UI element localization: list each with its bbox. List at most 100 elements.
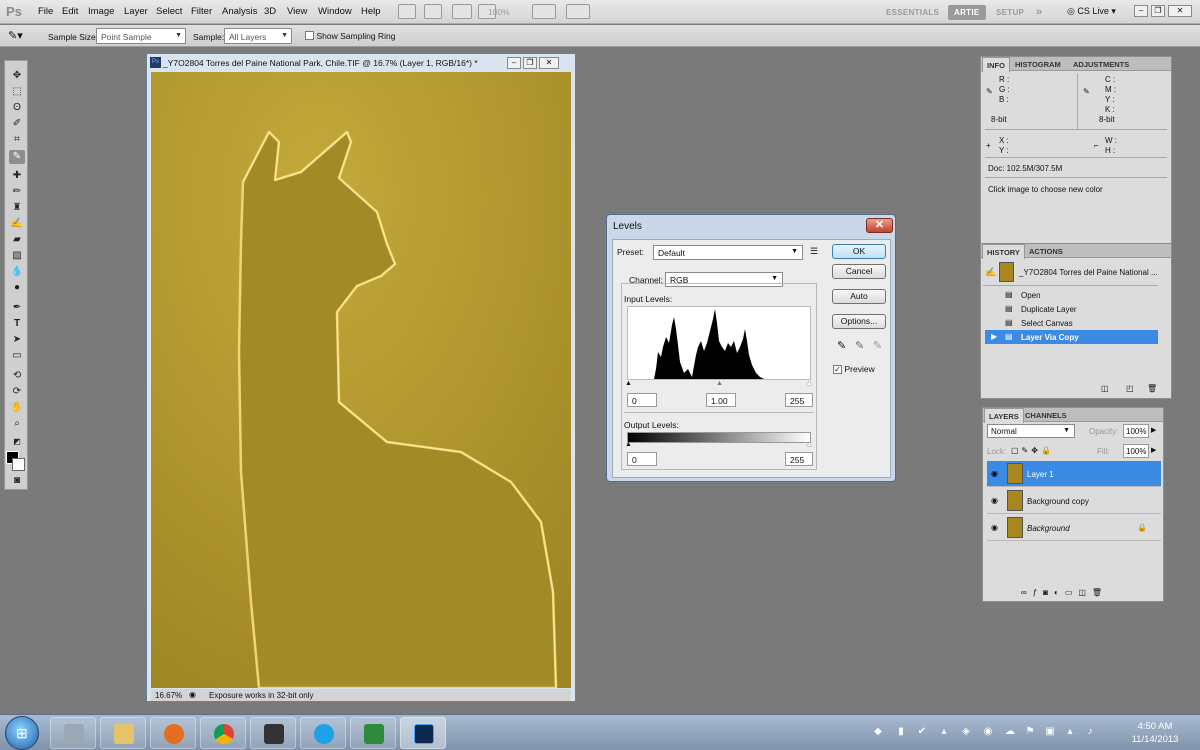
- blend-mode-select[interactable]: Normal ▼: [987, 424, 1075, 438]
- sampling-ring-checkbox[interactable]: Show Sampling Ring: [305, 31, 395, 42]
- new-snapshot-icon[interactable]: ◫: [1101, 384, 1109, 393]
- crop-tool-icon[interactable]: ⌗: [9, 133, 25, 147]
- taskbar-skype[interactable]: [300, 717, 346, 749]
- quick-selection-tool-icon[interactable]: ✐: [9, 117, 25, 131]
- black-eyedropper-icon[interactable]: ✎: [837, 339, 846, 352]
- document-zoom[interactable]: 16.67%: [155, 691, 182, 700]
- move-tool-icon[interactable]: ✥: [9, 69, 25, 83]
- sample-select[interactable]: All Layers ▼: [224, 28, 292, 44]
- workspace-artie[interactable]: ARTIE: [948, 5, 986, 20]
- history-snapshot[interactable]: ✍ _Y7O2804 Torres del Paine National ...: [983, 260, 1158, 286]
- minimize-icon[interactable]: –: [1134, 5, 1148, 17]
- output-black-slider[interactable]: ▲: [625, 441, 632, 448]
- history-brush-tool-icon[interactable]: ✍: [9, 217, 25, 231]
- menu-select[interactable]: Select: [156, 6, 182, 17]
- doc-restore-icon[interactable]: ❐: [523, 57, 537, 69]
- menu-file[interactable]: File: [38, 6, 53, 17]
- doc-minimize-icon[interactable]: –: [507, 57, 521, 69]
- layer-name[interactable]: Layer 1: [1027, 470, 1054, 479]
- output-white-slider[interactable]: ▲: [806, 441, 813, 448]
- eye-icon[interactable]: ◉: [991, 523, 1001, 532]
- screen-mode-icon[interactable]: [566, 4, 590, 19]
- gradient-tool-icon[interactable]: ▧: [9, 249, 25, 263]
- mini-bridge-icon[interactable]: [424, 4, 442, 19]
- quick-mask-icon[interactable]: ◙: [9, 474, 25, 488]
- cs-live-menu[interactable]: ◎ CS Live ▾: [1067, 6, 1116, 17]
- cancel-button[interactable]: Cancel: [832, 264, 886, 279]
- fill-arrow-icon[interactable]: ▶: [1151, 446, 1156, 454]
- marquee-tool-icon[interactable]: ⬚: [9, 85, 25, 99]
- output-black-field[interactable]: 0: [627, 452, 657, 466]
- eye-icon[interactable]: ◉: [991, 496, 1001, 505]
- menu-help[interactable]: Help: [361, 6, 381, 17]
- workspace-more-icon[interactable]: »: [1030, 3, 1048, 18]
- opacity-arrow-icon[interactable]: ▶: [1151, 426, 1156, 434]
- dodge-tool-icon[interactable]: ●: [9, 281, 25, 295]
- eye-icon[interactable]: ◉: [991, 469, 1001, 478]
- menu-image[interactable]: Image: [88, 6, 114, 17]
- status-menu-icon[interactable]: ◉: [189, 690, 196, 699]
- volume-icon[interactable]: ♪: [1084, 726, 1096, 738]
- clone-stamp-tool-icon[interactable]: ♜: [9, 201, 25, 215]
- fill-field[interactable]: 100%: [1123, 444, 1149, 458]
- menu-filter[interactable]: Filter: [191, 6, 212, 17]
- workspace-essentials[interactable]: ESSENTIALS: [880, 5, 945, 20]
- default-colors-icon[interactable]: ◩: [9, 435, 25, 449]
- menu-3d[interactable]: 3D: [264, 6, 276, 17]
- tab-adjustments[interactable]: ADJUSTMENTS: [1069, 59, 1133, 70]
- signal-icon[interactable]: ▴: [1064, 726, 1076, 738]
- type-tool-icon[interactable]: T: [9, 317, 25, 331]
- input-white-slider[interactable]: ▲: [806, 380, 813, 387]
- menu-layer[interactable]: Layer: [124, 6, 148, 17]
- device-icon[interactable]: ▮: [895, 726, 907, 738]
- menu-view[interactable]: View: [287, 6, 307, 17]
- taskbar-explorer[interactable]: [100, 717, 146, 749]
- image-canvas[interactable]: [151, 72, 571, 688]
- hand-tool-icon[interactable]: ✋: [9, 401, 25, 415]
- layer-name[interactable]: Background: [1027, 524, 1070, 533]
- lock-icons[interactable]: ▢✎✥🔒: [1011, 446, 1054, 455]
- blur-tool-icon[interactable]: 💧: [9, 265, 25, 279]
- history-brush-icon[interactable]: ✍: [985, 267, 996, 278]
- eyedropper-tool-icon[interactable]: ✎: [9, 150, 25, 164]
- tab-layers[interactable]: LAYERS: [984, 408, 1024, 423]
- opacity-field[interactable]: 100%: [1123, 424, 1149, 438]
- lasso-tool-icon[interactable]: ʘ: [9, 101, 25, 115]
- menu-analysis[interactable]: Analysis: [222, 6, 257, 17]
- taskbar-photoshop[interactable]: [400, 717, 446, 749]
- output-white-field[interactable]: 255: [785, 452, 813, 466]
- taskbar-excel[interactable]: [350, 717, 396, 749]
- tab-history[interactable]: HISTORY: [982, 244, 1025, 259]
- dropbox-icon[interactable]: ◈: [960, 726, 972, 738]
- menu-edit[interactable]: Edit: [62, 6, 78, 17]
- document-title[interactable]: _Y7O2804 Torres del Paine National Park,…: [163, 58, 478, 68]
- input-black-slider[interactable]: ▲: [625, 380, 632, 387]
- layer-actions-icons[interactable]: ∞ƒ◙◐▭◫🗑: [1021, 588, 1108, 597]
- cloud-icon[interactable]: ☁: [1004, 726, 1016, 738]
- flag-icon[interactable]: ⚑: [1024, 726, 1036, 738]
- tab-actions[interactable]: ACTIONS: [1025, 246, 1067, 257]
- tab-info[interactable]: INFO: [982, 57, 1010, 72]
- options-button[interactable]: Options...: [832, 314, 886, 329]
- preset-options-icon[interactable]: ☰: [810, 246, 818, 257]
- taskbar-firefox[interactable]: [150, 717, 196, 749]
- menu-window[interactable]: Window: [318, 6, 352, 17]
- start-button[interactable]: ⊞: [5, 716, 39, 750]
- history-item-selected[interactable]: ▶ ▤ Layer Via Copy: [985, 330, 1158, 344]
- layer-row[interactable]: ◉ Layer 1: [987, 461, 1161, 487]
- history-item[interactable]: ▤ Duplicate Layer: [985, 302, 1158, 316]
- layer-row[interactable]: ◉ Background copy: [987, 488, 1161, 514]
- extras-icon[interactable]: [452, 4, 472, 19]
- shape-tool-icon[interactable]: ▭: [9, 349, 25, 363]
- pen-tool-icon[interactable]: ✒: [9, 301, 25, 315]
- zoom-tool-icon[interactable]: ⌕: [9, 417, 25, 431]
- sync-icon[interactable]: ◉: [982, 726, 994, 738]
- taskbar-calculator[interactable]: [50, 717, 96, 749]
- brush-tool-icon[interactable]: ✏: [9, 185, 25, 199]
- gray-eyedropper-icon[interactable]: ✎: [855, 339, 864, 352]
- layer-row[interactable]: ◉ Background 🔒: [987, 515, 1161, 541]
- history-item[interactable]: ▤ Open: [985, 288, 1158, 302]
- eraser-tool-icon[interactable]: ▰: [9, 233, 25, 247]
- doc-close-icon[interactable]: ✕: [539, 57, 559, 69]
- close-icon[interactable]: ✕: [866, 218, 893, 233]
